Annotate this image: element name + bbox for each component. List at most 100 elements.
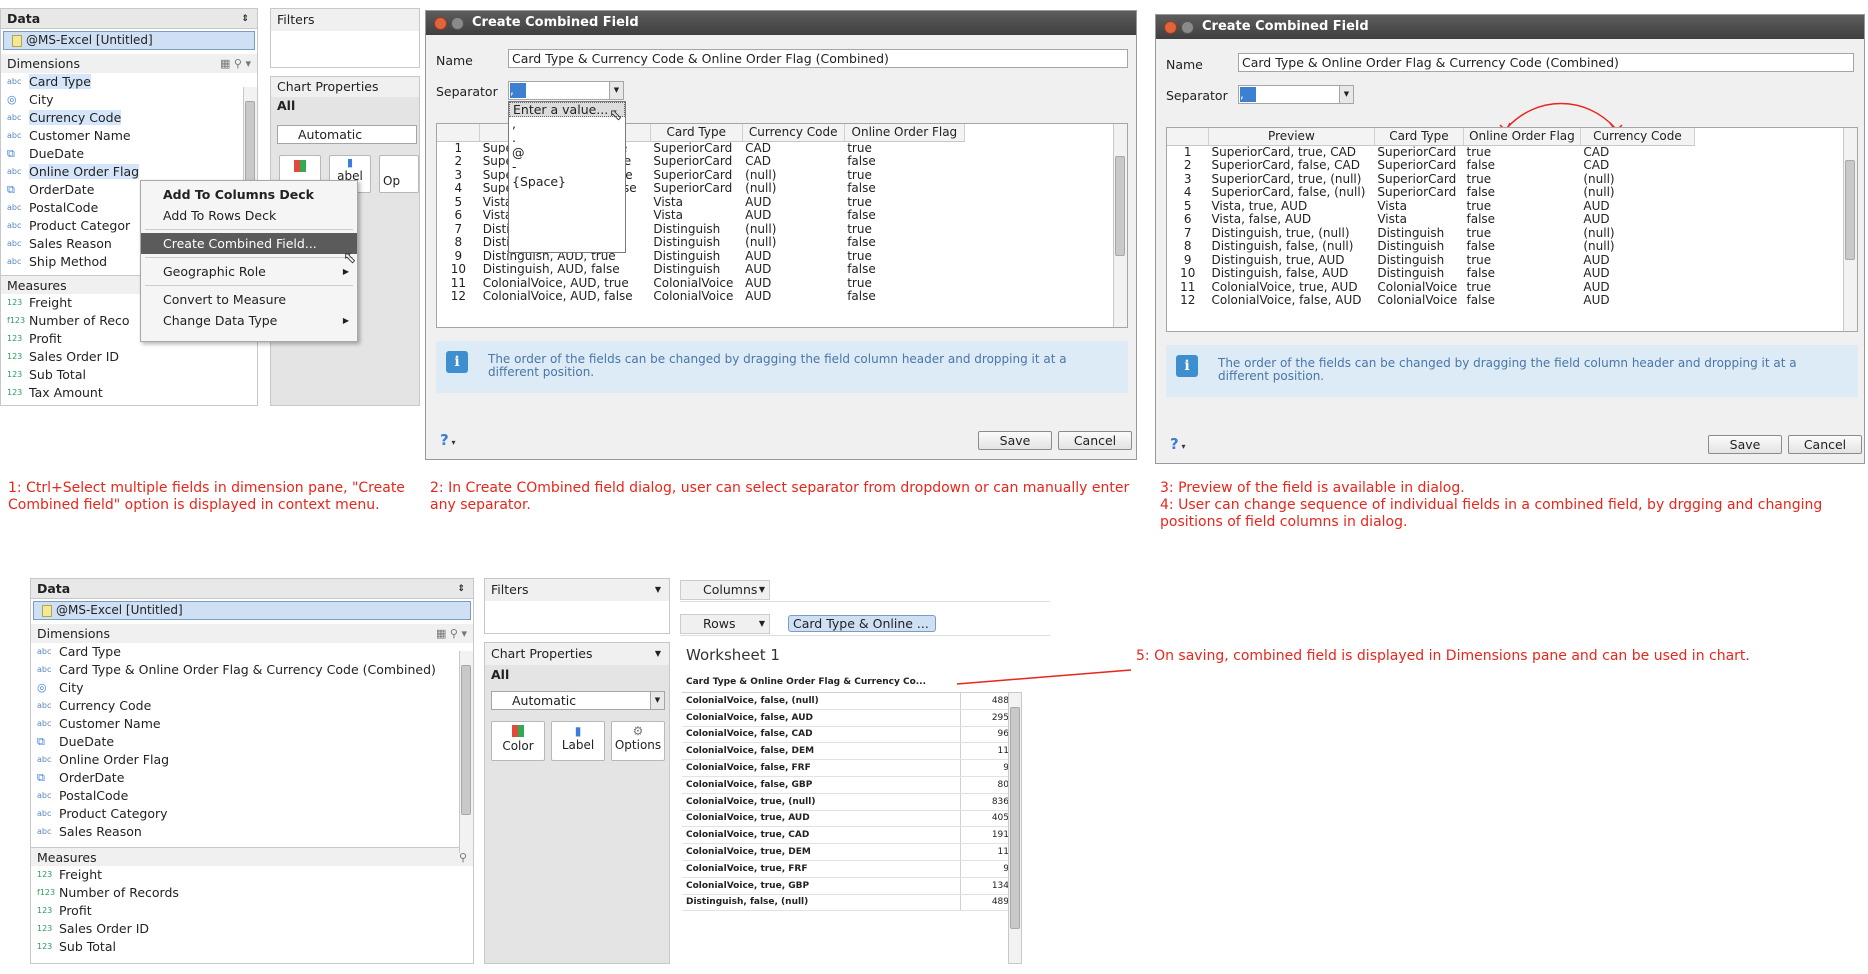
field-item[interactable]: abc Online Order Flag bbox=[1, 163, 257, 181]
field-item[interactable]: abc Customer Name bbox=[1, 127, 257, 145]
field-item[interactable]: abc Product Category bbox=[31, 805, 473, 823]
search-icon[interactable]: ▦ ⚲ ▾ bbox=[220, 54, 251, 73]
field-item[interactable]: abc Card Type & Online Order Flag & Curre… bbox=[31, 661, 473, 679]
table-cell: 9 bbox=[1183, 253, 1192, 267]
scroll-thumb[interactable] bbox=[1010, 707, 1020, 929]
dropdown-option[interactable]: Enter a value... bbox=[509, 102, 625, 117]
field-item[interactable]: 123 Profit bbox=[31, 902, 473, 920]
cancel-button[interactable]: Cancel bbox=[1058, 431, 1132, 450]
scroll-thumb[interactable] bbox=[1115, 156, 1125, 256]
close-icon[interactable] bbox=[434, 17, 447, 30]
table-row[interactable]: ColonialVoice, false, (null) 488 bbox=[682, 692, 1012, 710]
column-header[interactable]: Currency Code bbox=[742, 124, 845, 142]
dimensions-scrollbar[interactable] bbox=[459, 651, 473, 853]
chart-type-select[interactable]: Automatic ▼ bbox=[491, 691, 665, 710]
name-field[interactable]: Card Type & Online Order Flag & Currency… bbox=[1238, 53, 1854, 72]
datasource[interactable]: @MS-Excel [Untitled] bbox=[3, 31, 255, 50]
chart-type-select[interactable]: Automatic bbox=[277, 125, 417, 144]
field-item[interactable]: abc PostalCode bbox=[31, 787, 473, 805]
help-icon[interactable]: ? ▾ bbox=[1170, 435, 1186, 453]
context-menu-item[interactable]: Add To Rows Deck bbox=[141, 205, 357, 226]
dropdown-option[interactable]: , bbox=[509, 116, 625, 132]
grid-scrollbar[interactable] bbox=[1843, 128, 1857, 331]
field-item[interactable]: 123 Sub Total bbox=[1, 366, 257, 384]
help-icon[interactable]: ? ▾ bbox=[440, 431, 456, 449]
table-row[interactable]: ColonialVoice, true, (null) 836 bbox=[682, 793, 1012, 811]
column-header[interactable]: Card Type bbox=[1374, 128, 1465, 146]
chevron-down-icon[interactable]: ▼ bbox=[759, 581, 765, 599]
dropdown-option[interactable]: - bbox=[509, 159, 625, 175]
save-button[interactable]: Save bbox=[1708, 435, 1782, 454]
context-menu-item[interactable]: Convert to Measure bbox=[141, 289, 357, 310]
field-item[interactable]: ◎ City bbox=[31, 679, 473, 697]
field-item[interactable]: abc Online Order Flag bbox=[31, 751, 473, 769]
grid-scrollbar[interactable] bbox=[1113, 124, 1127, 327]
field-item[interactable]: 123 Sales Order ID bbox=[1, 348, 257, 366]
worksheet-scrollbar[interactable] bbox=[1008, 692, 1022, 964]
chevron-down-icon[interactable]: ▼ bbox=[759, 615, 765, 633]
color-button[interactable]: Color bbox=[491, 721, 545, 761]
table-row[interactable]: ColonialVoice, false, AUD 295 bbox=[682, 709, 1012, 727]
field-item[interactable]: ⧉ DueDate bbox=[1, 145, 257, 163]
datasource[interactable]: @MS-Excel [Untitled] bbox=[33, 601, 471, 620]
field-item[interactable]: ⧉ OrderDate bbox=[31, 769, 473, 787]
search-icon[interactable]: ▦ ⚲ ▾ bbox=[436, 624, 467, 643]
context-menu-item[interactable]: Change Data Type ▶ bbox=[141, 310, 357, 331]
table-row[interactable]: ColonialVoice, true, AUD 405 bbox=[682, 810, 1012, 828]
chevron-down-icon[interactable]: ▼ bbox=[650, 692, 664, 709]
dropdown-option[interactable]: @ bbox=[509, 145, 625, 161]
table-row[interactable]: Distinguish, false, (null) 489 bbox=[682, 894, 1012, 912]
field-item[interactable]: abc Currency Code bbox=[31, 697, 473, 715]
field-item[interactable]: abc Card Type bbox=[1, 73, 257, 91]
field-item[interactable]: 123 Freight bbox=[31, 866, 473, 884]
table-row[interactable]: ColonialVoice, true, FRF 9 bbox=[682, 860, 1012, 878]
field-item[interactable]: abc Card Type bbox=[31, 643, 473, 661]
field-item[interactable]: 123 Tax Amount bbox=[1, 384, 257, 402]
table-row[interactable]: ColonialVoice, true, CAD 191 bbox=[682, 826, 1012, 845]
chevron-down-icon[interactable]: ▼ bbox=[609, 82, 623, 99]
options-button[interactable]: Op bbox=[379, 155, 419, 193]
table-row[interactable]: ColonialVoice, false, FRF 9 bbox=[682, 759, 1012, 777]
field-item[interactable]: abc Customer Name bbox=[31, 715, 473, 733]
minimize-icon[interactable] bbox=[1181, 21, 1194, 34]
field-item[interactable]: abc Currency Code bbox=[1, 109, 257, 127]
chevron-down-icon[interactable]: ▼ bbox=[655, 579, 661, 601]
table-cell: true bbox=[1466, 253, 1492, 267]
chevron-down-icon[interactable]: ▼ bbox=[1339, 86, 1353, 103]
column-header[interactable]: Online Order Flag bbox=[1463, 128, 1581, 146]
save-button[interactable]: Save bbox=[978, 431, 1052, 450]
separator-select[interactable]: , ▼ bbox=[1238, 85, 1354, 104]
table-row[interactable]: ColonialVoice, false, GBP 80 bbox=[682, 776, 1012, 794]
column-header[interactable]: Online Order Flag bbox=[844, 124, 966, 142]
minimize-icon[interactable] bbox=[451, 17, 464, 30]
table-row[interactable]: ColonialVoice, false, CAD 96 bbox=[682, 726, 1012, 744]
field-item[interactable]: 123 Sales Order ID bbox=[31, 920, 473, 938]
field-item[interactable]: f123 Number of Records bbox=[31, 884, 473, 902]
table-row[interactable]: ColonialVoice, false, DEM 11 bbox=[682, 742, 1012, 761]
context-menu-item[interactable]: Create Combined Field... bbox=[141, 233, 357, 254]
table-row[interactable]: ColonialVoice, true, DEM 11 bbox=[682, 843, 1012, 861]
field-item[interactable]: ◎ City bbox=[1, 91, 257, 109]
dropdown-option[interactable]: {Space} bbox=[509, 174, 625, 190]
label-button[interactable]: ▮ Label bbox=[551, 721, 605, 761]
field-item[interactable]: 123 Sub Total bbox=[31, 938, 473, 956]
scroll-thumb[interactable] bbox=[461, 665, 471, 815]
options-button[interactable]: ⚙ Options bbox=[611, 721, 665, 761]
context-menu-item[interactable]: Geographic Role ▶ bbox=[141, 261, 357, 282]
close-icon[interactable] bbox=[1164, 21, 1177, 34]
dropdown-option[interactable]: . bbox=[509, 130, 625, 146]
columns-shelf[interactable]: Columns ▼ bbox=[680, 578, 1050, 602]
context-menu-item[interactable]: Add To Columns Deck bbox=[141, 184, 357, 205]
table-row[interactable]: ColonialVoice, true, GBP 134 bbox=[682, 877, 1012, 895]
column-header[interactable]: Currency Code bbox=[1580, 128, 1696, 146]
name-field[interactable]: Card Type & Currency Code & Online Order… bbox=[508, 49, 1128, 68]
chevron-down-icon[interactable]: ▼ bbox=[655, 643, 661, 665]
scroll-thumb[interactable] bbox=[1845, 160, 1855, 260]
separator-select[interactable]: , ▼ bbox=[508, 81, 624, 100]
field-item[interactable]: ⧉ DueDate bbox=[31, 733, 473, 751]
rows-shelf[interactable]: Rows ▼ Card Type & Online ... bbox=[680, 612, 1050, 636]
rows-pill[interactable]: Card Type & Online ... bbox=[788, 615, 936, 632]
column-header[interactable]: Card Type bbox=[650, 124, 743, 142]
field-item[interactable]: abc Sales Reason bbox=[31, 823, 473, 841]
cancel-button[interactable]: Cancel bbox=[1788, 435, 1862, 454]
